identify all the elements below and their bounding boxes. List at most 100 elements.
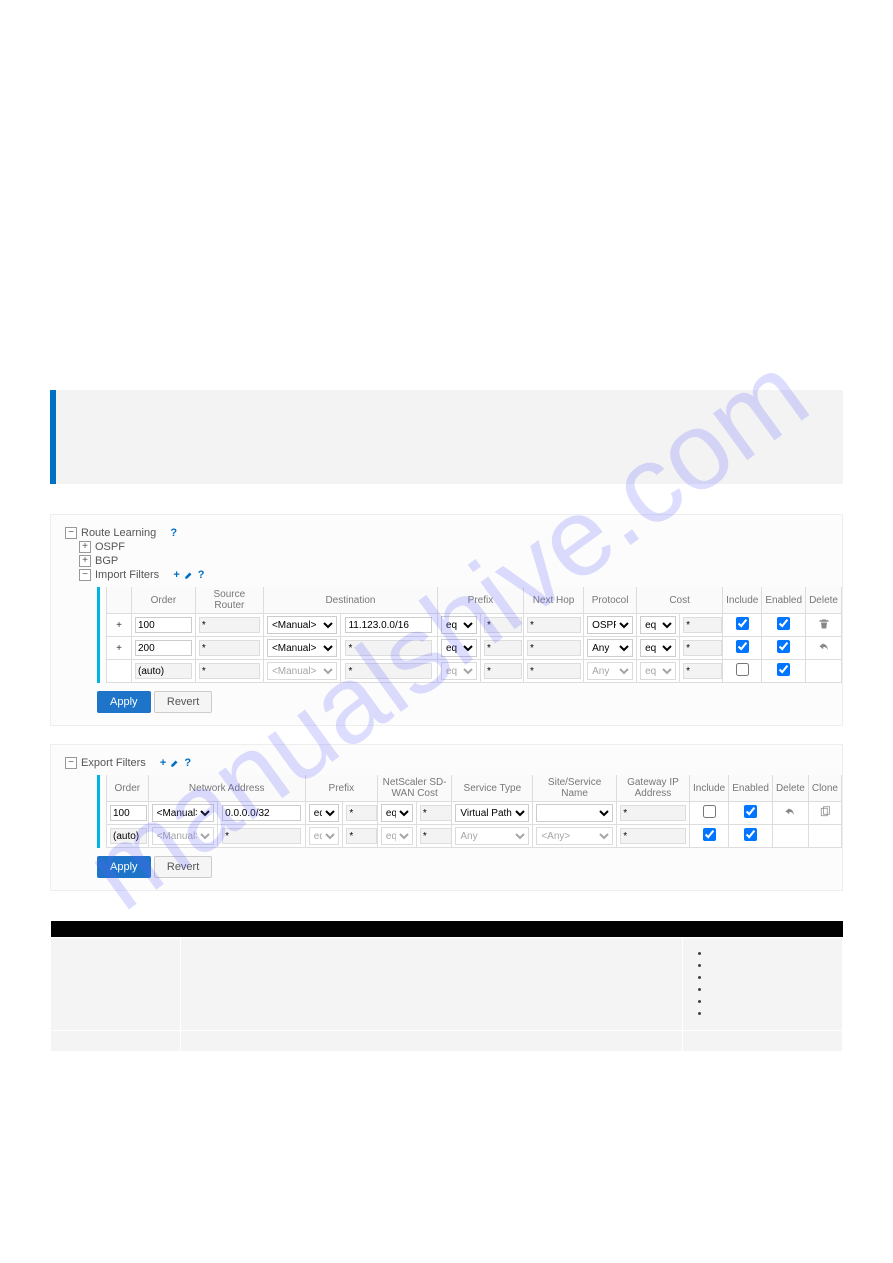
protocol-select[interactable]: OSPF — [587, 616, 633, 634]
revert-button[interactable]: Revert — [154, 856, 212, 878]
clone-icon[interactable] — [819, 806, 831, 818]
prefix-val-input[interactable] — [484, 617, 522, 633]
cost-op-select[interactable]: eq — [640, 616, 676, 634]
service-type-select[interactable]: Virtual Path — [455, 804, 529, 822]
include-checkbox[interactable] — [703, 828, 716, 841]
th-order: Order — [132, 587, 196, 614]
prefix-val-input — [484, 663, 522, 679]
order-input[interactable] — [135, 640, 192, 656]
note-box — [50, 390, 843, 484]
help-icon[interactable]: ? — [184, 757, 191, 769]
th-delete: Delete — [772, 775, 808, 802]
undo-icon[interactable] — [818, 641, 830, 653]
tree-bgp[interactable]: + BGP — [79, 555, 832, 567]
prefix-val-input[interactable] — [484, 640, 522, 656]
collapse-icon[interactable]: − — [65, 527, 77, 539]
pencil-icon[interactable] — [170, 758, 180, 768]
enabled-checkbox[interactable] — [777, 640, 790, 653]
prefix-op-select: eq — [309, 827, 340, 845]
include-checkbox[interactable] — [703, 805, 716, 818]
prefix-val-input[interactable] — [346, 805, 377, 821]
table-row: <Manual> eq eq Any <Any> — [107, 825, 842, 848]
th-clone: Clone — [808, 775, 841, 802]
doc-cell — [683, 938, 843, 1031]
th-service-type: Service Type — [452, 775, 533, 802]
th-delete: Delete — [806, 587, 842, 614]
enabled-checkbox[interactable] — [777, 617, 790, 630]
apply-button[interactable]: Apply — [97, 856, 151, 878]
dest-select: <Manual> — [267, 662, 337, 680]
next-hop-input[interactable] — [527, 617, 581, 633]
prefix-op-select[interactable]: eq — [309, 804, 340, 822]
source-router-input — [199, 663, 260, 679]
na-select[interactable]: <Manual> — [152, 804, 214, 822]
order-input[interactable] — [135, 617, 192, 633]
collapse-icon[interactable]: − — [79, 569, 91, 581]
include-checkbox[interactable] — [736, 663, 749, 676]
th-source-router: Source Router — [195, 587, 263, 614]
help-icon[interactable]: ? — [170, 527, 177, 539]
cost-val-input[interactable] — [683, 617, 721, 633]
list-item — [711, 1008, 832, 1020]
cost-val-input — [420, 828, 452, 844]
prefix-op-select[interactable]: eq — [441, 616, 477, 634]
export-filters-label: Export Filters — [81, 757, 146, 769]
add-icon[interactable]: + — [173, 569, 179, 581]
order-input[interactable] — [110, 805, 147, 821]
cost-val-input[interactable] — [683, 640, 721, 656]
source-router-input[interactable] — [199, 640, 260, 656]
gateway-ip-input[interactable] — [620, 805, 686, 821]
dest-input[interactable] — [345, 640, 432, 656]
trash-icon[interactable] — [818, 618, 830, 630]
tree-import-filters[interactable]: − Import Filters + ? — [79, 569, 832, 581]
doc-cell — [51, 938, 181, 1031]
order-input — [135, 663, 192, 679]
th-next-hop: Next Hop — [523, 587, 583, 614]
th-order: Order — [107, 775, 149, 802]
list-item — [711, 984, 832, 996]
tree-export-filters[interactable]: − Export Filters + ? — [65, 757, 832, 769]
include-checkbox[interactable] — [736, 640, 749, 653]
na-input[interactable] — [222, 805, 301, 821]
source-router-input[interactable] — [199, 617, 260, 633]
enabled-checkbox[interactable] — [777, 663, 790, 676]
doc-th1 — [51, 921, 181, 938]
expand-icon[interactable]: + — [116, 620, 122, 631]
expand-icon[interactable]: + — [79, 555, 91, 567]
dest-select[interactable]: <Manual> — [267, 616, 337, 634]
service-type-select: Any — [455, 827, 529, 845]
cost-op-select: eq — [381, 827, 413, 845]
revert-button[interactable]: Revert — [154, 691, 212, 713]
next-hop-input[interactable] — [527, 640, 581, 656]
route-learning-label: Route Learning — [81, 527, 156, 539]
th-enabled: Enabled — [729, 775, 773, 802]
cost-op-select[interactable]: eq — [381, 804, 413, 822]
import-filters-label: Import Filters — [95, 569, 159, 581]
th-enabled: Enabled — [762, 587, 806, 614]
add-icon[interactable]: + — [160, 757, 166, 769]
order-input — [110, 828, 147, 844]
undo-icon[interactable] — [784, 806, 796, 818]
collapse-icon[interactable]: − — [65, 757, 77, 769]
pencil-icon[interactable] — [184, 570, 194, 580]
dest-select[interactable]: <Manual> — [267, 639, 337, 657]
help-icon[interactable]: ? — [198, 569, 205, 581]
na-input — [222, 828, 301, 844]
include-checkbox[interactable] — [736, 617, 749, 630]
apply-button[interactable]: Apply — [97, 691, 151, 713]
tree-ospf[interactable]: + OSPF — [79, 541, 832, 553]
expand-icon[interactable]: + — [79, 541, 91, 553]
cost-val-input[interactable] — [420, 805, 452, 821]
site-service-select[interactable] — [536, 804, 613, 822]
prefix-op-select[interactable]: eq — [441, 639, 477, 657]
protocol-select[interactable]: Any — [587, 639, 633, 657]
route-learning-panel: − Route Learning ? + OSPF + BGP − Import… — [50, 514, 843, 726]
tree-route-learning[interactable]: − Route Learning ? — [65, 527, 832, 539]
cost-op-select[interactable]: eq — [640, 639, 676, 657]
na-select: <Manual> — [152, 827, 214, 845]
enabled-checkbox[interactable] — [744, 805, 757, 818]
enabled-checkbox[interactable] — [744, 828, 757, 841]
dest-input[interactable] — [345, 617, 432, 633]
expand-icon[interactable]: + — [116, 643, 122, 654]
doc-th3 — [683, 921, 843, 938]
